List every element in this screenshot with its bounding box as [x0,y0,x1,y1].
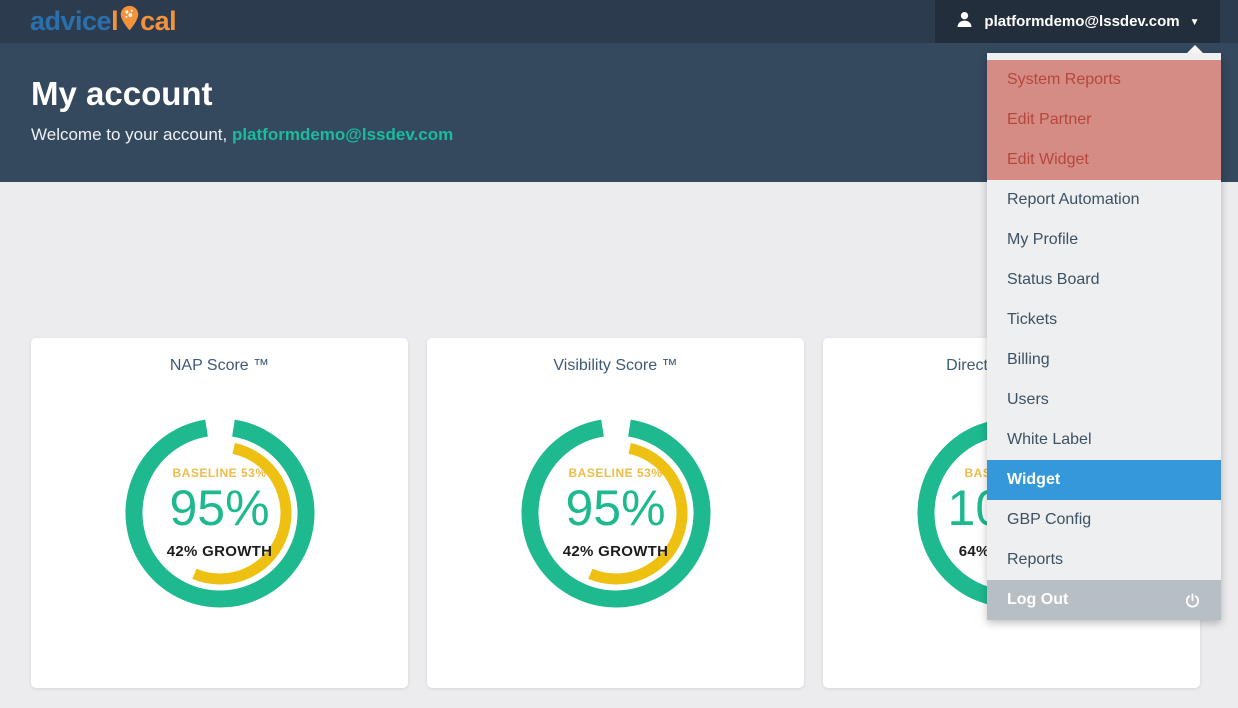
menu-item-label: White Label [1007,431,1092,448]
map-pin-icon [118,3,140,40]
welcome-prefix: Welcome to your account, [31,125,232,144]
menu-item-label: Widget [1007,471,1061,488]
menu-item-edit-partner[interactable]: Edit Partner [987,100,1221,140]
menu-item-label: Status Board [1007,271,1100,288]
growth-label: 42% GROWTH [166,542,273,560]
app-screen: advice l cal platformdemo@lssdev.com ▼ My… [0,0,1238,708]
menu-item-label: Reports [1007,551,1064,568]
menu-item-system-reports[interactable]: System Reports [987,60,1221,100]
menu-item-label: Tickets [1007,311,1058,328]
menu-item-gbp-config[interactable]: GBP Config [987,500,1221,540]
user-email: platformdemo@lssdev.com [984,13,1180,30]
menu-item-status-board[interactable]: Status Board [987,260,1221,300]
menu-item-white-label[interactable]: White Label [987,420,1221,460]
menu-item-my-profile[interactable]: My Profile [987,220,1221,260]
menu-item-label: Edit Widget [1007,151,1089,168]
menu-item-label: System Reports [1007,71,1121,88]
baseline-label: BASELINE 53% [172,466,267,481]
menu-item-label: Edit Partner [1007,111,1092,128]
menu-item-edit-widget[interactable]: Edit Widget [987,140,1221,180]
score-card-title: NAP Score ™ [169,357,270,374]
score-value: 95% [169,480,270,537]
menu-item-label: Report Automation [1007,191,1140,208]
logo-text-l: l [111,6,119,36]
score-value: 95% [565,480,666,537]
score-card: Visibility Score ™ BASELINE 53% 95% 42% … [427,338,804,688]
top-navbar: advice l cal platformdemo@lssdev.com ▼ [0,0,1238,43]
user-menu-toggle[interactable]: platformdemo@lssdev.com ▼ [935,0,1220,43]
menu-item-label: Log Out [1007,591,1069,608]
user-dropdown-menu: System Reports Edit Partner Edit Widget … [987,45,1221,620]
logo-text-cal: cal [140,6,177,36]
menu-item-report-automation[interactable]: Report Automation [987,180,1221,220]
menu-item-users[interactable]: Users [987,380,1221,420]
score-card-title: Visibility Score ™ [553,357,678,374]
baseline-label: BASELINE 53% [568,466,663,481]
menu-item-tickets[interactable]: Tickets [987,300,1221,340]
menu-item-log-out[interactable]: Log Out [987,580,1221,620]
power-icon [1184,592,1201,609]
menu-item-billing[interactable]: Billing [987,340,1221,380]
user-icon [955,10,974,34]
menu-item-reports[interactable]: Reports [987,540,1221,580]
menu-item-widget[interactable]: Widget [987,460,1221,500]
growth-label: 42% GROWTH [562,542,669,560]
donut-gauge: BASELINE 53% 95% 42% GROWTH [516,413,716,613]
menu-item-label: Users [1007,391,1049,408]
donut-center-labels: BASELINE 53% 95% 42% GROWTH [516,413,716,613]
menu-item-label: My Profile [1007,231,1079,248]
score-card: NAP Score ™ BASELINE 53% 95% 42% GROWTH [31,338,408,688]
welcome-email: platformdemo@lssdev.com [231,125,454,144]
menu-item-label: GBP Config [1007,511,1092,528]
advicelocal-logo[interactable]: advice l cal [30,0,177,43]
donut-center-labels: BASELINE 53% 95% 42% GROWTH [120,413,320,613]
menu-item-label: Billing [1007,351,1050,368]
donut-gauge: BASELINE 53% 95% 42% GROWTH [120,413,320,613]
caret-down-icon: ▼ [1189,17,1200,28]
logo-text-advice: advice [30,6,112,36]
